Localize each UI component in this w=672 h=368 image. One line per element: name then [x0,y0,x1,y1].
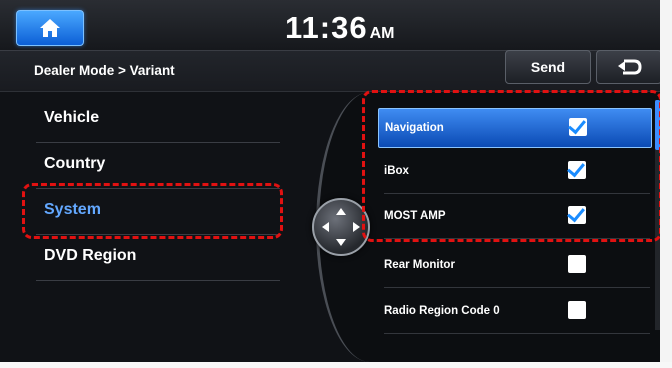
clock-time: 11:36 [285,10,368,45]
highlight-options [362,90,662,242]
home-button[interactable] [16,10,84,46]
divider [36,280,280,281]
clock: 11:36 AM [285,10,394,46]
option-label: Rear Monitor [384,259,455,271]
checkbox-rear-monitor[interactable] [568,255,586,273]
back-button[interactable] [596,50,662,84]
home-icon [40,19,60,37]
menu-item-dvd-region[interactable]: DVD Region [30,235,280,281]
option-radio-region-code[interactable]: Radio Region Code 0 [378,292,650,334]
menu-item-label: DVD Region [44,247,137,264]
screen-bezel [660,0,672,368]
option-label: Radio Region Code 0 [384,305,500,317]
clock-ampm: AM [369,25,395,42]
send-button[interactable]: Send [505,50,591,84]
menu-item-vehicle[interactable]: Vehicle [30,97,280,143]
checkbox-radio-region-code[interactable] [568,301,586,319]
divider [384,287,650,288]
screen-edge [0,362,672,368]
directional-arrows-icon [322,208,360,246]
breadcrumb: Dealer Mode > Variant [34,63,175,78]
back-arrow-icon [618,59,642,75]
head-unit-screen: 11:36 AM Dealer Mode > Variant Send Vehic… [0,0,672,368]
menu-item-label: Country [44,155,106,172]
menu-item-label: Vehicle [44,109,100,126]
divider [384,333,650,334]
highlight-system [22,183,283,239]
option-rear-monitor[interactable]: Rear Monitor [378,246,650,288]
